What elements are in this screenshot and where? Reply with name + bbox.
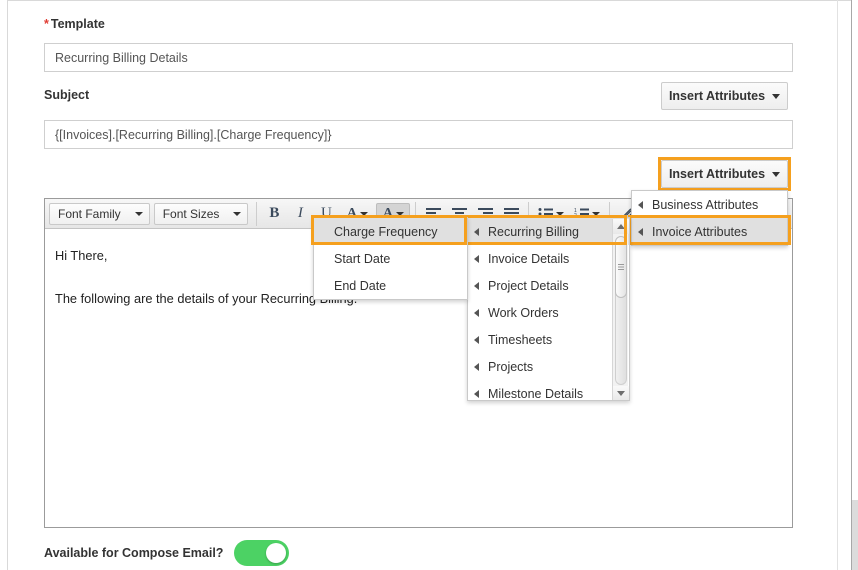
menu-item-start-date[interactable]: Start Date — [314, 245, 467, 272]
menu-item-label: Projects — [488, 359, 534, 374]
bold-button[interactable]: B — [262, 203, 286, 225]
page-scrollbar-thumb[interactable] — [852, 500, 858, 570]
font-size-label: Font Sizes — [162, 206, 220, 221]
submenu-arrow-icon — [638, 227, 643, 236]
submenu-arrow-icon — [474, 389, 479, 398]
submenu-arrow-icon — [474, 227, 479, 236]
font-family-select[interactable]: Font Family — [49, 202, 150, 225]
chevron-down-icon — [395, 211, 404, 216]
chevron-down-icon — [556, 211, 565, 216]
invoice-modules-menu: Recurring Billing Invoice Details Projec… — [467, 217, 630, 401]
menu-item-projects[interactable]: Projects — [468, 353, 629, 380]
chevron-down-icon — [592, 211, 601, 216]
italic-button[interactable]: I — [288, 203, 312, 225]
compose-email-label: Available for Compose Email? — [44, 546, 224, 560]
submenu-arrow-icon — [474, 281, 479, 290]
recurring-billing-fields-menu: Charge Frequency Start Date End Date — [313, 217, 468, 300]
chevron-down-icon — [772, 171, 781, 177]
bold-icon: B — [269, 205, 280, 221]
chevron-down-icon — [359, 211, 368, 216]
email-template-editor-page: *Template Subject Insert Attributes Inse… — [0, 0, 858, 570]
menu-item-label: Invoice Attributes — [652, 224, 748, 239]
chevron-down-icon — [617, 391, 625, 396]
required-marker-icon: * — [44, 17, 49, 31]
menu-item-label: Business Attributes — [652, 197, 759, 212]
submenu-arrow-icon — [474, 254, 479, 263]
subject-input[interactable] — [44, 120, 793, 149]
chevron-down-icon — [134, 211, 143, 216]
page-frame-top — [7, 0, 852, 1]
menu-item-milestone-details[interactable]: Milestone Details — [468, 380, 629, 401]
submenu-arrow-icon — [638, 200, 643, 209]
attribute-category-menu: Business Attributes Invoice Attributes — [631, 190, 788, 246]
menu-item-work-orders[interactable]: Work Orders — [468, 299, 629, 326]
template-input[interactable] — [44, 43, 793, 72]
chevron-down-icon — [233, 211, 242, 216]
menu-item-label: Start Date — [334, 251, 391, 266]
grip-icon — [618, 264, 624, 270]
italic-icon: I — [297, 205, 303, 221]
menu-scrollbar[interactable] — [612, 219, 629, 400]
insert-attributes-body-button[interactable]: Insert Attributes — [661, 160, 788, 188]
menu-item-end-date[interactable]: End Date — [314, 272, 467, 299]
font-family-label: Font Family — [58, 206, 121, 221]
insert-attributes-body-label: Insert Attributes — [668, 167, 766, 181]
menu-item-label: End Date — [334, 278, 387, 293]
template-label-text: Template — [50, 17, 105, 31]
template-label: * Template — [44, 17, 105, 31]
menu-item-label: Recurring Billing — [488, 224, 580, 239]
toggle-knob — [266, 543, 286, 563]
submenu-arrow-icon — [474, 308, 479, 317]
menu-item-invoice-details[interactable]: Invoice Details — [468, 245, 629, 272]
menu-scrollbar-thumb[interactable] — [615, 236, 627, 298]
menu-item-invoice-attributes[interactable]: Invoice Attributes — [632, 218, 787, 245]
insert-attributes-subject-button[interactable]: Insert Attributes — [661, 82, 788, 110]
page-scrollbar-track[interactable] — [852, 0, 858, 570]
menu-item-project-details[interactable]: Project Details — [468, 272, 629, 299]
page-frame-left — [7, 0, 8, 570]
menu-item-label: Milestone Details — [488, 386, 584, 401]
submenu-arrow-icon — [474, 335, 479, 344]
insert-attributes-subject-label: Insert Attributes — [668, 89, 766, 103]
menu-item-label: Charge Frequency — [334, 224, 438, 239]
menu-item-label: Project Details — [488, 278, 569, 293]
scroll-down-button[interactable] — [613, 386, 629, 400]
menu-item-label: Work Orders — [488, 305, 559, 320]
menu-item-label: Timesheets — [488, 332, 553, 347]
chevron-down-icon — [772, 93, 781, 99]
font-size-select[interactable]: Font Sizes — [153, 202, 249, 225]
menu-item-business-attributes[interactable]: Business Attributes — [632, 191, 787, 218]
page-frame-right — [837, 0, 838, 570]
submenu-arrow-icon — [474, 362, 479, 371]
scroll-up-button[interactable] — [613, 219, 629, 234]
menu-item-recurring-billing[interactable]: Recurring Billing — [468, 218, 629, 245]
menu-item-charge-frequency[interactable]: Charge Frequency — [314, 218, 467, 245]
compose-email-toggle[interactable] — [234, 540, 289, 566]
toolbar-group-fonts: Font Family Font Sizes — [49, 201, 258, 226]
menu-item-label: Invoice Details — [488, 251, 570, 266]
menu-item-timesheets[interactable]: Timesheets — [468, 326, 629, 353]
chevron-up-icon — [617, 224, 625, 229]
subject-label: Subject — [44, 88, 90, 102]
